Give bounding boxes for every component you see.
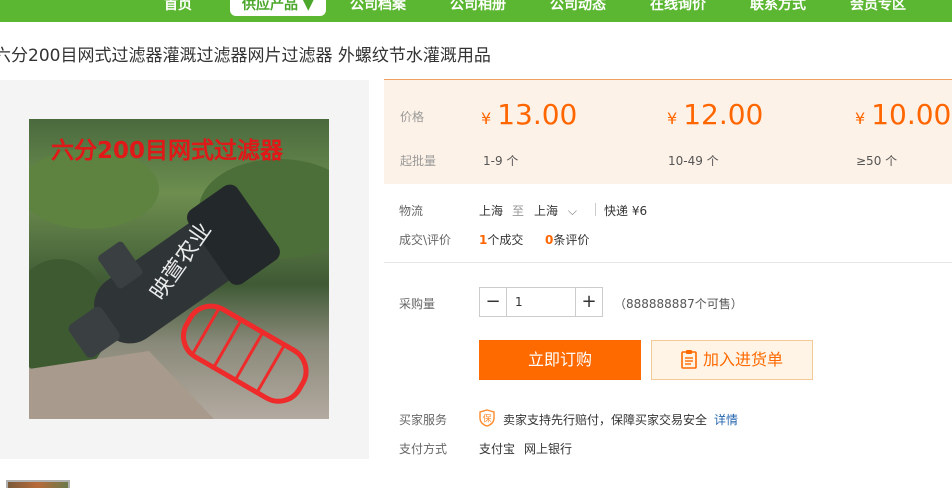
nav-album[interactable]: 公司相册 <box>450 0 506 16</box>
price-tier-3: ¥10.00 <box>855 98 952 131</box>
clipboard-icon <box>681 350 697 369</box>
payment-label: 支付方式 <box>399 442 448 456</box>
shipping-fee: 快递 ¥6 <box>604 204 648 218</box>
nav-divider <box>0 18 952 22</box>
deals-label: 成交\评价 <box>399 233 452 247</box>
nav-contact[interactable]: 联系方式 <box>750 0 806 16</box>
stock-available: （888888887个可售） <box>614 297 743 311</box>
decrement-button[interactable]: − <box>480 288 506 316</box>
nav-inquiry[interactable]: 在线询价 <box>650 0 706 16</box>
deal-count[interactable]: 1个成交 <box>479 231 523 248</box>
nav-home[interactable]: 首页 <box>164 0 192 16</box>
service-details-link[interactable]: 详情 <box>714 411 738 428</box>
svg-text:保: 保 <box>482 413 491 425</box>
review-count[interactable]: 0条评价 <box>545 231 589 248</box>
nav-news[interactable]: 公司动态 <box>550 0 606 16</box>
separator <box>595 203 596 216</box>
nav-profile[interactable]: 公司档案 <box>350 0 406 16</box>
product-image[interactable]: 六分200目网式过滤器 映萱农业 <box>29 119 329 419</box>
qty-tier-2: 10-49 个 <box>668 154 719 168</box>
thumbnail-image[interactable] <box>6 480 70 488</box>
add-to-cart-button[interactable]: 加入进货单 <box>651 340 813 380</box>
top-nav: 首页 供应产品 ▼ 公司档案 公司相册 公司动态 在线询价 联系方式 会员专区 <box>0 0 952 18</box>
image-caption: 六分200目网式过滤器 <box>51 138 284 164</box>
increment-button[interactable]: + <box>576 288 602 316</box>
service-text: 卖家支持先行赔付，保障买家交易安全 <box>503 413 708 427</box>
chevron-down-icon: ⌵ <box>567 204 577 218</box>
logistics-label: 物流 <box>399 204 424 218</box>
nav-products[interactable]: 供应产品 ▼ <box>230 0 326 16</box>
product-title: 六分200目网式过滤器灌溉过滤器网片过滤器 外螺纹节水灌溉用品 <box>0 46 491 66</box>
price-label: 价格 <box>400 110 425 124</box>
quantity-label: 采购量 <box>399 297 436 311</box>
shield-icon: 保 <box>479 409 495 427</box>
price-tier-1: ¥13.00 <box>481 98 578 131</box>
payment-method-alipay: 支付宝 <box>479 442 516 456</box>
divider <box>384 262 952 263</box>
qty-tier-1: 1-9 个 <box>483 154 519 168</box>
ship-to-word: 至 <box>512 204 525 218</box>
qty-tier-3: ≥50 个 <box>856 154 898 168</box>
ship-to-select[interactable]: 上海 ⌵ <box>534 202 577 219</box>
payment-method-bank: 网上银行 <box>524 442 573 456</box>
quantity-stepper: − 1 + <box>479 287 603 317</box>
ship-from: 上海 <box>479 204 504 218</box>
price-tier-2: ¥12.00 <box>667 98 764 131</box>
service-label: 买家服务 <box>399 413 448 427</box>
quantity-input[interactable]: 1 <box>506 288 576 316</box>
buy-now-button[interactable]: 立即订购 <box>479 340 641 380</box>
nav-member[interactable]: 会员专区 <box>850 0 906 16</box>
min-order-label: 起批量 <box>400 154 437 168</box>
